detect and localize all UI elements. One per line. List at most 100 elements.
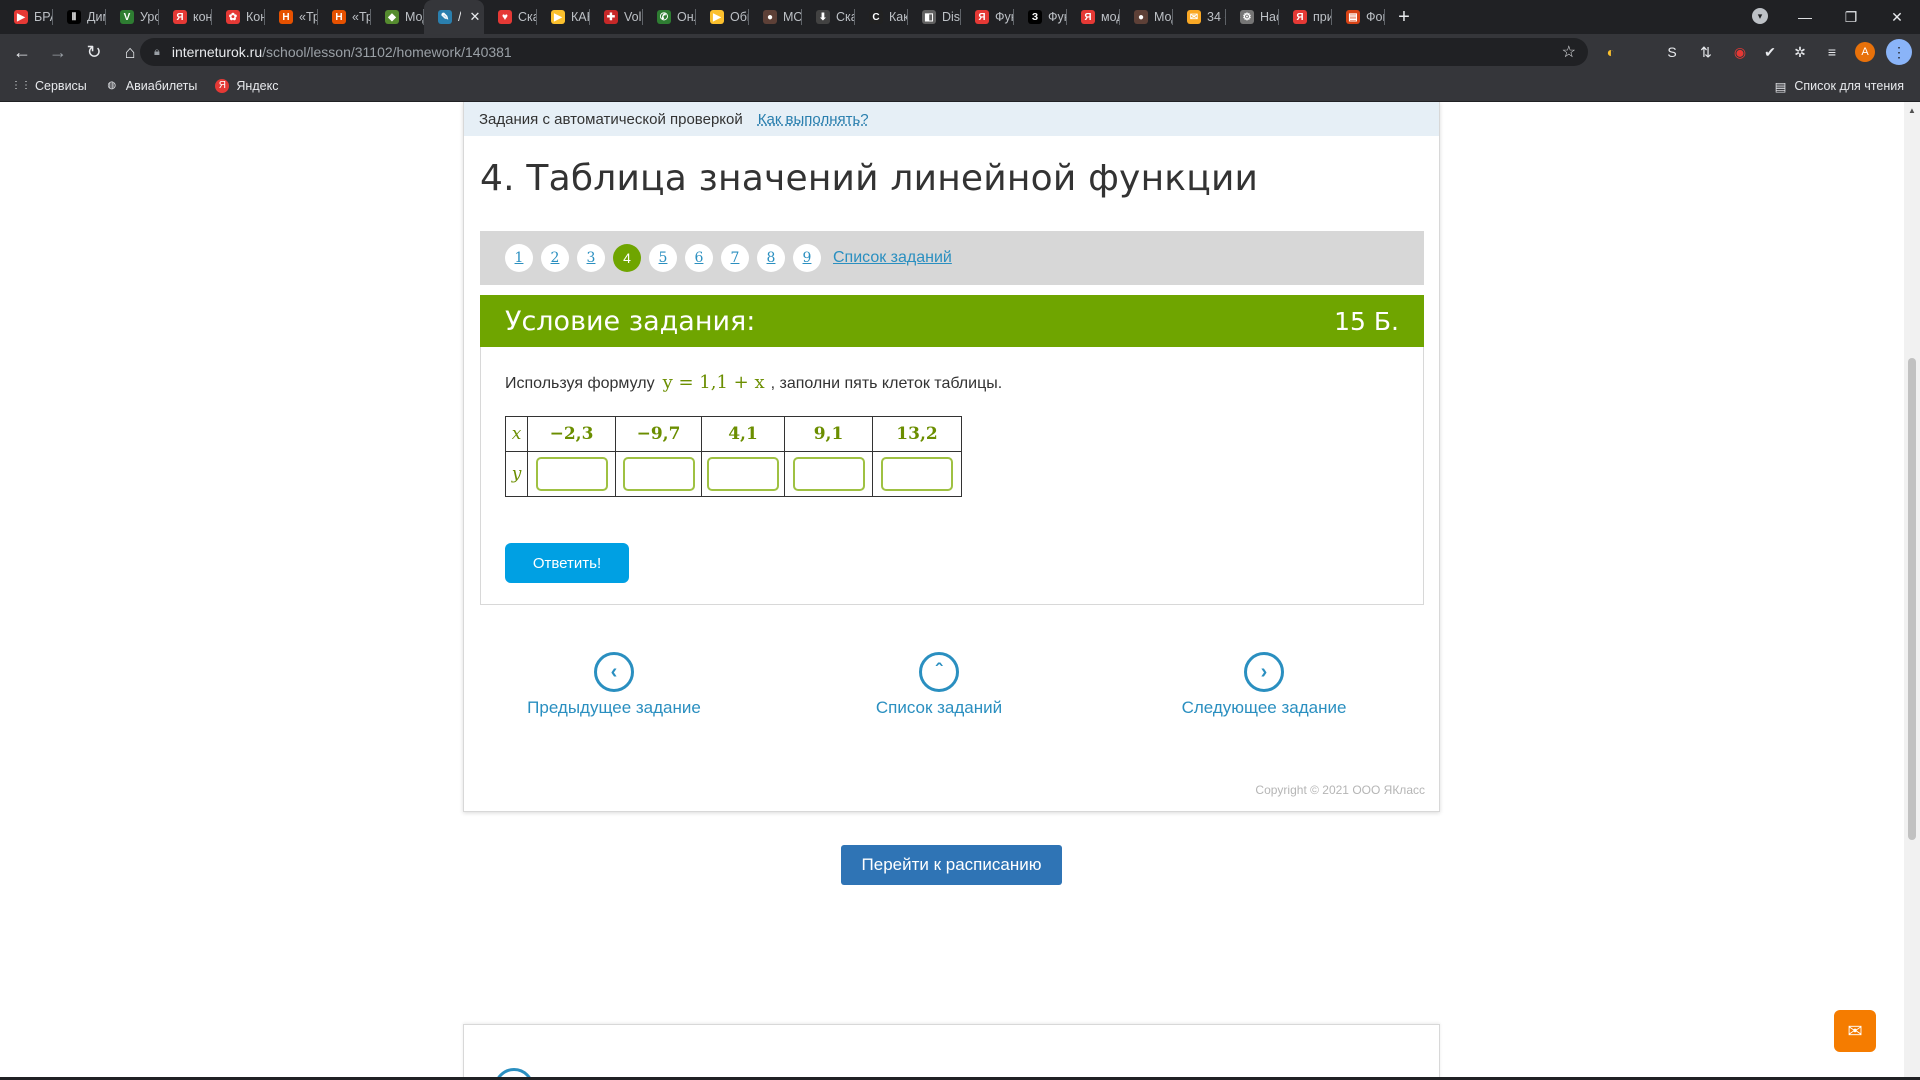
y-value-input[interactable]: [707, 457, 779, 491]
pager-item[interactable]: 5: [649, 244, 677, 272]
y-value-input[interactable]: [535, 457, 608, 491]
browser-toolbar: ← → ↻ ⌂ 🔒︎ interneturok.ru/school/lesson…: [0, 34, 1920, 70]
badge-extension-icon[interactable]: ◉: [1726, 34, 1754, 70]
restore-button[interactable]: ❐: [1828, 9, 1874, 26]
menu-kebab-icon[interactable]: ⋮: [1886, 39, 1912, 65]
tab-favicon-icon: ◆: [385, 10, 399, 24]
tab-label: при: [1313, 10, 1332, 24]
browser-tab[interactable]: Яконс: [159, 0, 212, 34]
task-list-link[interactable]: Список заданий: [833, 249, 952, 267]
profile-avatar[interactable]: A: [1855, 42, 1875, 62]
tab-favicon-icon: ▶: [710, 10, 724, 24]
prev-task-link[interactable]: ‹ Предыдущее задание: [504, 652, 724, 718]
sliders-extension-icon[interactable]: ⇅: [1692, 34, 1720, 70]
browser-tab[interactable]: ✆ Онл: [643, 0, 696, 34]
task-header: Условие задания: 15 Б.: [480, 295, 1424, 347]
browser-tab[interactable]: Япри: [1279, 0, 1332, 34]
y-value-input[interactable]: [881, 457, 953, 491]
pager-item[interactable]: 6: [685, 244, 713, 272]
y-value-input[interactable]: [622, 457, 695, 491]
task-statement: Используя формулу y = 1,1 + x , заполни …: [505, 372, 1002, 393]
y-value-cell: [527, 451, 616, 497]
extension-icon[interactable]: ◐: [1597, 34, 1625, 70]
close-window-button[interactable]: ✕: [1874, 9, 1920, 26]
puzzle-extensions-icon[interactable]: ✲: [1786, 34, 1814, 70]
skype-extension-icon[interactable]: S: [1658, 34, 1686, 70]
tab-favicon-icon: ✿: [226, 10, 240, 24]
page-scrollbar[interactable]: ▲: [1904, 102, 1920, 1078]
browser-tab[interactable]: ◧ Disc: [908, 0, 961, 34]
tab-favicon-icon: З: [1028, 10, 1042, 24]
browser-tab[interactable]: V Урок: [106, 0, 159, 34]
bookmark-star-icon[interactable]: ☆: [1562, 42, 1576, 62]
reload-button[interactable]: ↻: [76, 34, 112, 70]
answer-button[interactable]: Ответить!: [505, 543, 629, 583]
tab-search-icon[interactable]: ▾: [1752, 8, 1768, 24]
browser-tab[interactable]: ✉ 34 -: [1173, 0, 1226, 34]
minimize-button[interactable]: —: [1782, 9, 1828, 25]
browser-tab[interactable]: ✿ Кон: [212, 0, 265, 34]
close-tab-icon[interactable]: ✕: [469, 9, 480, 25]
tab-favicon-icon: V: [120, 10, 134, 24]
browser-tab[interactable]: ⬇ Ска: [802, 0, 855, 34]
bookmark-label: Сервисы: [35, 78, 87, 93]
browser-tab[interactable]: ▶ КАК: [537, 0, 590, 34]
bookmark-item[interactable]: ⋮⋮ Сервисы: [11, 78, 87, 93]
browser-tab[interactable]: ◆ Мод: [371, 0, 424, 34]
pager-item[interactable]: 9: [793, 244, 821, 272]
chat-icon[interactable]: ✉: [1834, 1010, 1876, 1052]
browser-tab[interactable]: H «Тр: [318, 0, 371, 34]
scroll-up-icon[interactable]: ▲: [1908, 106, 1916, 115]
pager-item[interactable]: 7: [721, 244, 749, 272]
browser-tab[interactable]: ⚙ Нас: [1226, 0, 1279, 34]
tab-favicon-icon: ✚: [604, 10, 618, 24]
back-button[interactable]: ←: [4, 34, 40, 70]
browser-tab[interactable]: Ⅱ Дим: [53, 0, 106, 34]
pager-item[interactable]: 1: [505, 244, 533, 272]
x-value-cell: 4,1: [701, 416, 785, 452]
tab-label: Volk: [624, 10, 643, 24]
how-to-link[interactable]: Как выполнять?: [758, 111, 869, 128]
forward-button[interactable]: →: [40, 34, 76, 70]
tab-favicon-icon: Я: [173, 10, 187, 24]
y-value-input[interactable]: [792, 457, 865, 491]
browser-tab[interactable]: H «Тр: [265, 0, 318, 34]
browser-tab[interactable]: ▶ БРА: [0, 0, 53, 34]
lesson-title: 4. Таблица значений линейной функции: [480, 158, 1259, 199]
media-queue-icon[interactable]: ≡: [1818, 34, 1846, 70]
new-tab-button[interactable]: +: [1385, 0, 1423, 34]
bookmark-item[interactable]: ◍ Авиабилеты: [105, 78, 198, 93]
browser-tab[interactable]: ✎ / ✕: [424, 0, 484, 34]
task-list-nav-link[interactable]: ˆ Список заданий: [829, 652, 1049, 718]
chevron-right-icon: ›: [1244, 652, 1284, 692]
go-to-schedule-button[interactable]: Перейти к расписанию: [841, 845, 1062, 885]
pager-item[interactable]: 4: [613, 244, 641, 272]
pager-item[interactable]: 3: [577, 244, 605, 272]
browser-tab[interactable]: ▶ Обн: [696, 0, 749, 34]
x-value-cell: −2,3: [527, 416, 616, 452]
address-bar[interactable]: 🔒︎ interneturok.ru/school/lesson/31102/h…: [140, 38, 1588, 66]
scrollbar-thumb[interactable]: [1908, 358, 1916, 840]
browser-tab[interactable]: Ямод: [1067, 0, 1120, 34]
browser-tab[interactable]: ✚ Volk: [590, 0, 643, 34]
browser-tab[interactable]: ♥ Ска: [484, 0, 537, 34]
tab-label: Кон: [246, 10, 265, 24]
browser-tab[interactable]: Я Фун: [961, 0, 1014, 34]
task-text-before: Используя формулу: [505, 375, 655, 392]
reading-list-button[interactable]: ▤ Список для чтения: [1775, 70, 1904, 102]
bookmark-item[interactable]: Я Яндекс: [215, 78, 278, 93]
vk-extension-icon[interactable]: ✔: [1756, 34, 1784, 70]
bookmark-label: Авиабилеты: [125, 78, 198, 93]
browser-tab[interactable]: ● МО,: [749, 0, 802, 34]
pager-item[interactable]: 2: [541, 244, 569, 272]
tab-label: МО,: [783, 10, 802, 24]
tab-label: Дим: [87, 10, 106, 24]
browser-tab[interactable]: ▤ Фон: [1332, 0, 1385, 34]
tab-label: КАК: [571, 10, 590, 24]
browser-tab[interactable]: C Как: [855, 0, 908, 34]
browser-tab[interactable]: З Фун: [1014, 0, 1067, 34]
next-task-link[interactable]: › Следующее задание: [1154, 652, 1374, 718]
pager-item[interactable]: 8: [757, 244, 785, 272]
reading-list-label: Список для чтения: [1794, 79, 1904, 93]
browser-tab[interactable]: ● Мод: [1120, 0, 1173, 34]
